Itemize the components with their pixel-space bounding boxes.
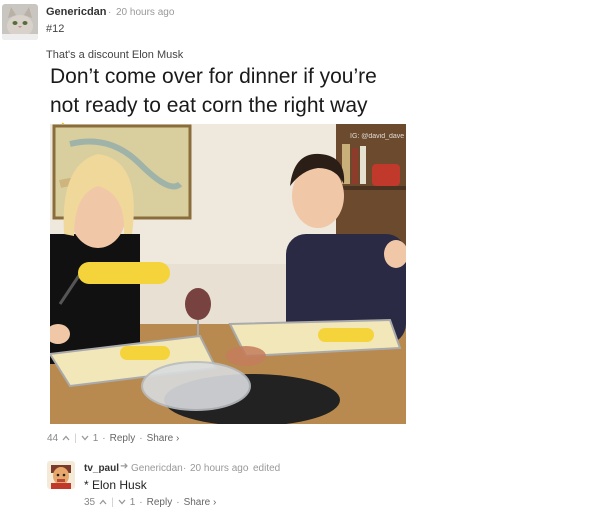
comment-actions: 44 | 1 · Reply · Share › [47, 433, 179, 444]
reply-username[interactable]: tv_paul [84, 463, 119, 474]
vote-divider: | [111, 497, 114, 508]
reply-timestamp[interactable]: 20 hours ago [190, 463, 248, 474]
vote-divider: | [74, 433, 77, 444]
chevron-down-icon[interactable] [81, 433, 89, 444]
share-button[interactable]: Share › [184, 497, 217, 508]
reply-button[interactable]: Reply [147, 497, 173, 508]
upvote-count: 35 [84, 497, 96, 508]
dot-separator: · [139, 497, 143, 508]
downvote-count: 1 [92, 433, 99, 444]
reply-separator: · [183, 463, 187, 474]
reply-parent-link[interactable]: Genericdan [131, 463, 183, 474]
reply-edited-label: edited [253, 463, 281, 474]
reply-separator: · [246, 463, 250, 474]
meme-photo: IG: @david_dave [50, 124, 406, 424]
comment-separator: · [108, 7, 112, 18]
dot-separator: · [139, 433, 143, 444]
comment-username[interactable]: Genericdan [46, 6, 107, 18]
reply-text: * Elon Husk [84, 478, 147, 492]
watermark: IG: @david_dave [350, 133, 404, 140]
comment-timestamp[interactable]: 20 hours ago [116, 7, 174, 18]
chevron-down-icon[interactable] [118, 497, 126, 508]
avatar[interactable] [2, 4, 38, 40]
dot-separator: · [102, 433, 106, 444]
meme-image[interactable]: Don’t come over for dinner if you’re not… [46, 60, 408, 425]
upvote-count: 44 [47, 433, 59, 444]
reply-button[interactable]: Reply [110, 433, 136, 444]
downvote-count: 1 [129, 497, 136, 508]
share-button[interactable]: Share › [147, 433, 180, 444]
chevron-up-icon[interactable] [99, 497, 107, 508]
reply-avatar[interactable] [47, 461, 75, 489]
comment-number: #12 [46, 23, 65, 35]
reply-arrow-icon: ➜ [120, 461, 129, 472]
chevron-up-icon[interactable] [62, 433, 70, 444]
dot-separator: · [176, 497, 180, 508]
reply-actions: 35 | 1 · Reply · Share › [84, 497, 216, 508]
